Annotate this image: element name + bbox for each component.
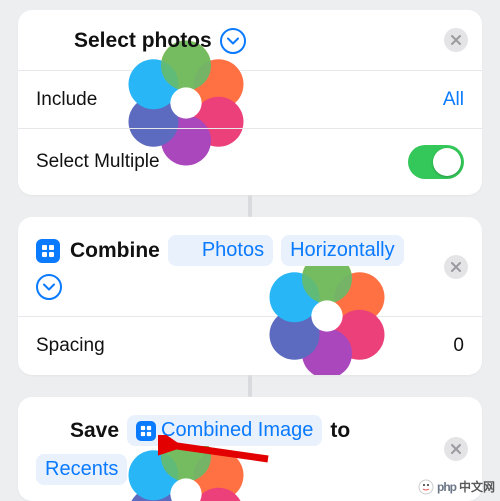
close-button[interactable] [444, 28, 468, 52]
photos-token[interactable]: Photos [168, 235, 273, 266]
expand-icon[interactable] [220, 28, 246, 54]
combine-card: Combine Photos Horizontally Spacing 0 [18, 217, 482, 375]
toggle-knob [433, 148, 461, 176]
grid-icon [136, 421, 156, 441]
combined-image-label: Combined Image [161, 419, 313, 442]
select-photos-title: Select photos [74, 29, 212, 53]
connector [18, 375, 482, 397]
expand-icon[interactable] [36, 274, 62, 300]
save-word: Save [70, 419, 119, 443]
spacing-value[interactable]: 0 [453, 335, 464, 357]
include-value[interactable]: All [443, 89, 464, 111]
save-card: Save Combined Image to Recents [18, 397, 482, 501]
save-header: Save Combined Image to Recents [18, 397, 482, 501]
select-photos-card: Select photos Include All Select Multipl… [18, 10, 482, 195]
combine-header: Combine Photos Horizontally [18, 217, 482, 317]
photos-icon [36, 419, 60, 443]
close-button[interactable] [444, 437, 468, 461]
spacing-row[interactable]: Spacing 0 [18, 317, 482, 375]
include-label: Include [36, 89, 97, 111]
recents-token[interactable]: Recents [36, 454, 127, 485]
recents-label: Recents [45, 458, 118, 481]
photos-icon [36, 28, 62, 54]
photos-token-label: Photos [202, 239, 264, 262]
connector [18, 195, 482, 217]
direction-token[interactable]: Horizontally [281, 235, 403, 266]
select-multiple-row: Select Multiple [18, 129, 482, 195]
select-multiple-toggle[interactable] [408, 145, 464, 179]
select-multiple-label: Select Multiple [36, 151, 160, 173]
to-word: to [330, 419, 350, 443]
watermark-text: 中文网 [459, 478, 495, 495]
watermark: php 中文网 [418, 478, 495, 495]
select-photos-header: Select photos [18, 10, 482, 71]
spacing-label: Spacing [36, 335, 105, 357]
include-row[interactable]: Include All [18, 71, 482, 129]
photos-icon [177, 241, 197, 261]
watermark-brand: php [437, 480, 456, 494]
combine-word: Combine [70, 239, 160, 263]
close-button[interactable] [444, 255, 468, 279]
combined-image-token[interactable]: Combined Image [127, 415, 322, 446]
direction-label: Horizontally [290, 239, 394, 262]
grid-icon [36, 239, 60, 263]
watermark-icon [418, 479, 434, 495]
